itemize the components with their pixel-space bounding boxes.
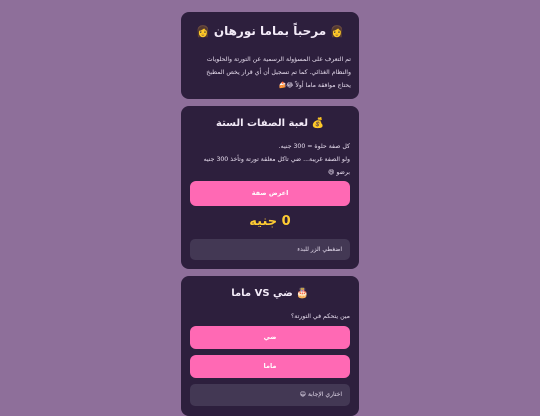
cake-icon: 🎂 bbox=[296, 288, 309, 299]
welcome-card: 👩 مرحباً بماما نورهان 👩 تم التعرف على ال… bbox=[181, 12, 359, 99]
vs-title: ضي VS ماما bbox=[231, 288, 293, 299]
vs-title-row: 🎂 ضي VS ماما bbox=[181, 288, 359, 299]
welcome-text: تم التعرف على المسؤولة الرسمية عن التورت… bbox=[187, 53, 351, 92]
vs-question: مين يتحكم في التورتة؟ bbox=[290, 313, 350, 320]
woman-icon: 👩 bbox=[330, 25, 345, 38]
game-rule-line: ولو الصفة غريبة... ضي تاكل معلقة تورتة و… bbox=[203, 156, 350, 163]
game-title: لعبة الصفات الستة bbox=[216, 118, 309, 129]
game-status-box: اضغطي الزر للبدء bbox=[190, 239, 350, 260]
welcome-title: مرحباً بماما نورهان bbox=[213, 24, 327, 38]
welcome-line: تم التعرف على المسؤولة الرسمية عن التورت… bbox=[206, 56, 351, 63]
option-mama-button[interactable]: ماما bbox=[190, 355, 350, 378]
welcome-line: يحتاج موافقة ماما أولاً 😂🍰 bbox=[278, 82, 351, 89]
show-trait-button[interactable]: اعرض صفة bbox=[190, 181, 350, 206]
option-dhay-button[interactable]: ضي bbox=[190, 326, 350, 349]
woman-icon: 👩 bbox=[195, 25, 210, 38]
amount-display: 0 جنيه bbox=[249, 214, 291, 229]
money-bag-icon: 💰 bbox=[311, 118, 324, 129]
welcome-title-row: 👩 مرحباً بماما نورهان 👩 bbox=[181, 24, 359, 38]
game-title-row: 💰 لعبة الصفات الستة bbox=[181, 118, 359, 129]
vs-card: 🎂 ضي VS ماما مين يتحكم في التورتة؟ ضي ما… bbox=[181, 276, 359, 416]
vs-answer-box: اختاري الإجابة 😄 bbox=[190, 384, 350, 406]
game-rules: كل صفة حلوة = 300 جنيه. ولو الصفة غريبة.… bbox=[188, 140, 350, 179]
game-rule-line: كل صفة حلوة = 300 جنيه. bbox=[278, 143, 350, 150]
game-rule-line: برضو 😄 bbox=[327, 169, 350, 176]
welcome-line: والنظام الغذائي. كما تم تسجيل أن أي قرار… bbox=[206, 69, 351, 76]
traits-game-card: 💰 لعبة الصفات الستة كل صفة حلوة = 300 جن… bbox=[181, 106, 359, 269]
